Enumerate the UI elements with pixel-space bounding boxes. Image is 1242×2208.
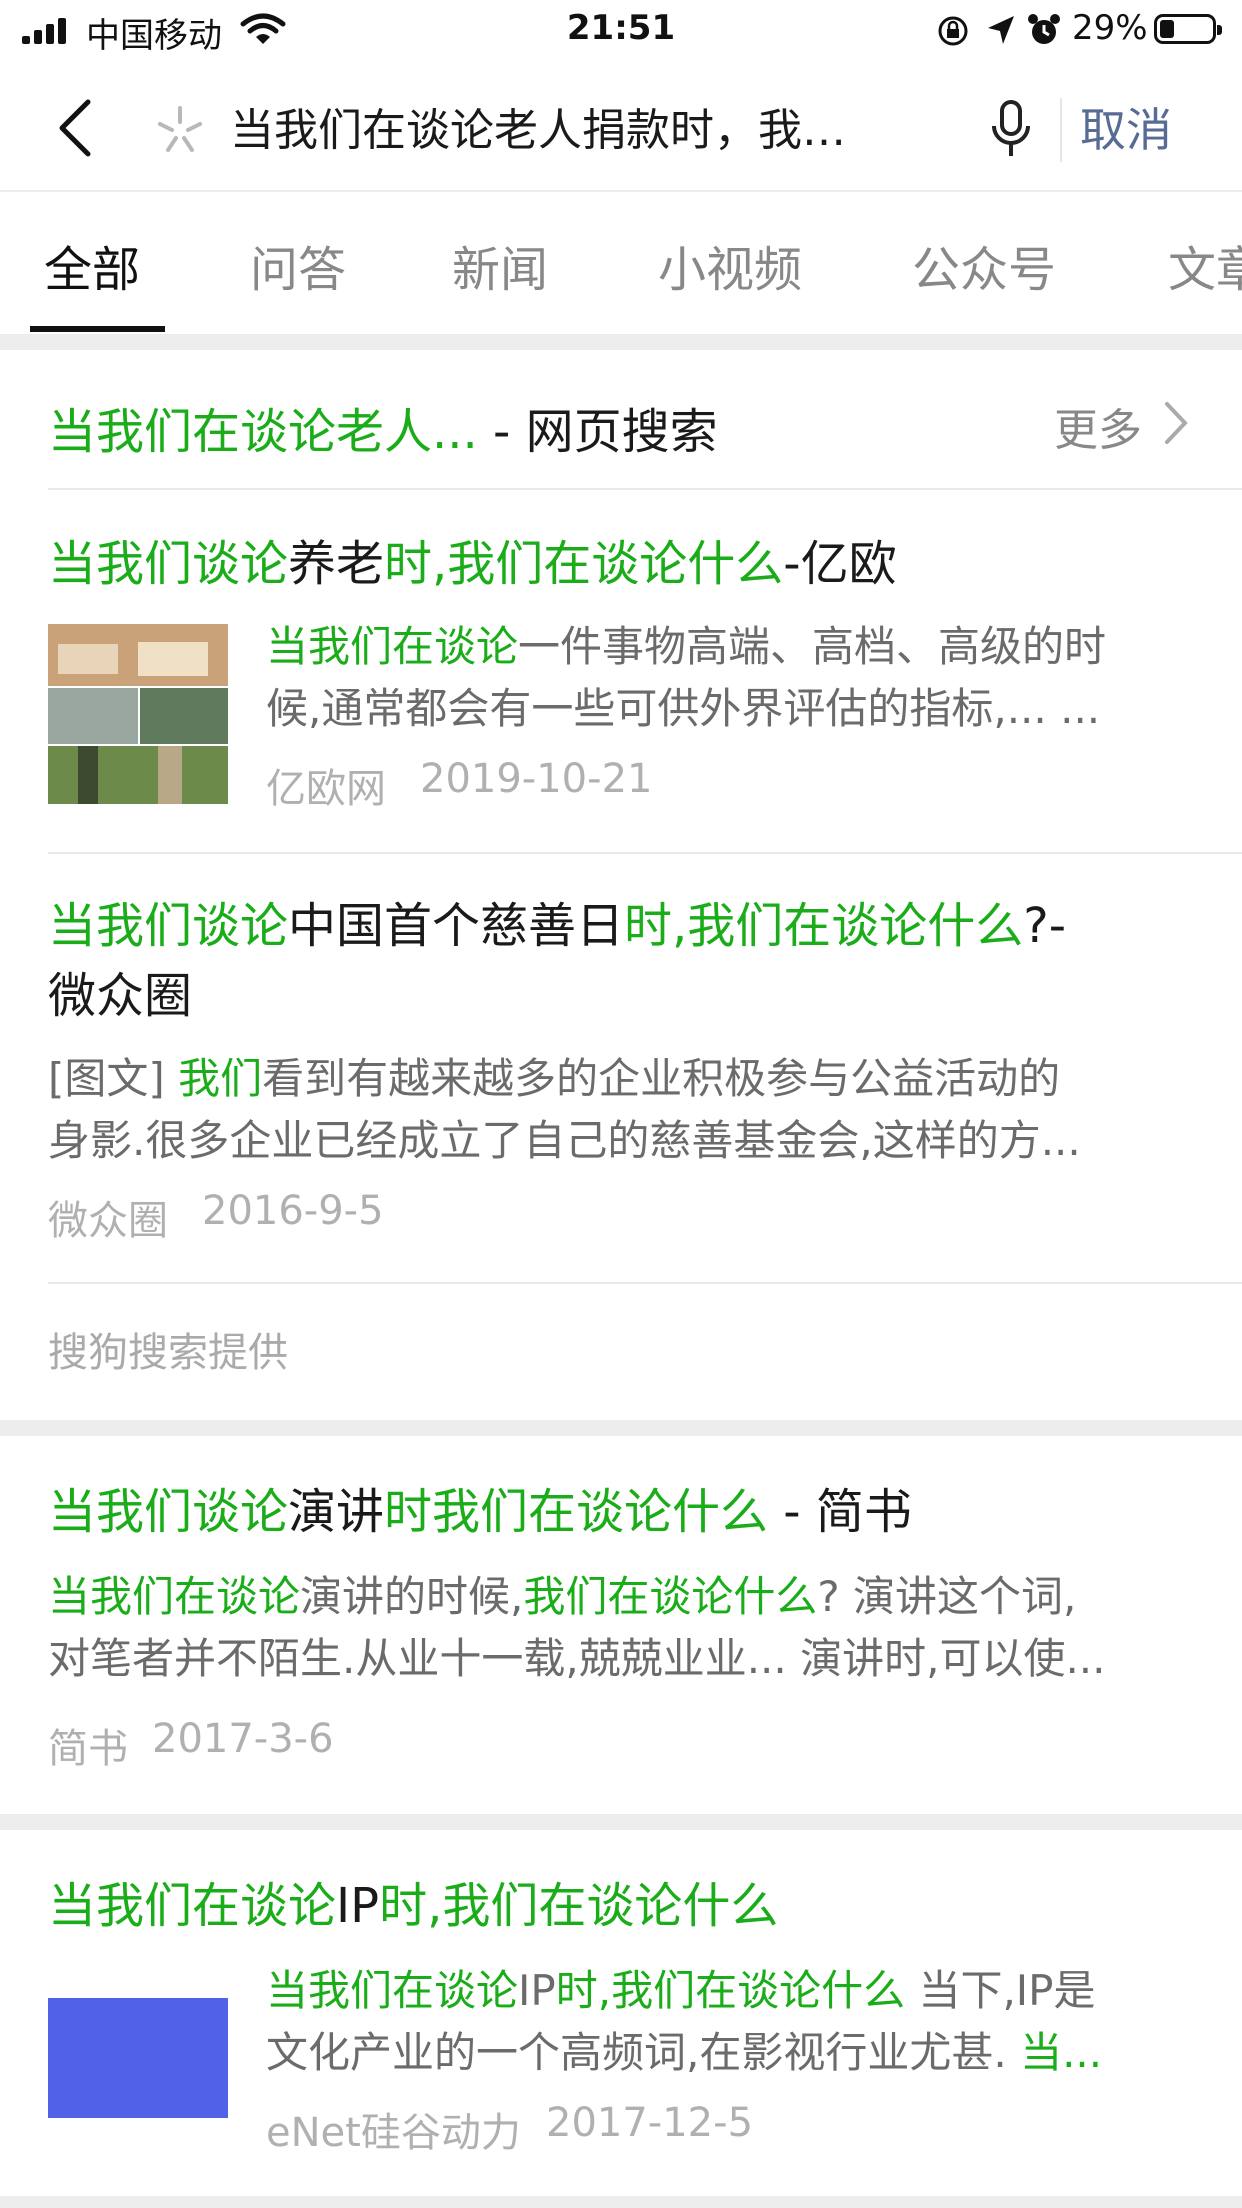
- category-tabs: 全部 问答 新闻 小视频 公众号 文章: [0, 192, 1242, 334]
- snippet-highlight: 当我们在谈论: [48, 1572, 301, 1621]
- more-link[interactable]: 更多: [1054, 394, 1142, 458]
- result-snippet: 当我们在谈论演讲的时候,我们在谈论什么? 演讲这个词,: [48, 1566, 1076, 1628]
- title-highlight: 时,我们在谈论什么: [379, 1878, 779, 1934]
- snippet-text: 文化产业的一个高频词,在影视行业尤甚.: [266, 2028, 1021, 2077]
- result-date: 2016-9-5: [202, 1188, 384, 1234]
- result-date: 2019-10-21: [420, 756, 653, 802]
- search-divider-line: [1060, 98, 1062, 162]
- result-snippet: 当我们在谈论一件事物高端、高档、高级的时: [266, 616, 1106, 678]
- status-bar: 中国移动 21:51 29%: [0, 0, 1242, 64]
- title-highlight: 时,我们在谈论什么: [624, 898, 1024, 954]
- snippet-highlight: 我们: [178, 1054, 263, 1103]
- title-highlight: 当我们在谈论: [48, 1878, 337, 1934]
- divider: [48, 852, 1242, 854]
- search-bar: 当我们在谈论老人捐款时，我… 取消: [0, 64, 1242, 192]
- web-search-section-title[interactable]: 当我们在谈论老人... - 网页搜索: [48, 392, 718, 462]
- result-title[interactable]: 当我们谈论养老时,我们在谈论什么-亿欧: [48, 530, 897, 598]
- result-snippet-line2: 身影.很多企业已经成立了自己的慈善基金会,这样的方...: [48, 1116, 1081, 1165]
- result-thumbnail[interactable]: [48, 1998, 228, 2118]
- result-title[interactable]: 当我们谈论中国首个慈善日时,我们在谈论什么?-: [48, 892, 1066, 960]
- snippet-highlight: 时,我们在谈论什么: [555, 1966, 906, 2015]
- snippet-text: 看到有越来越多的企业积极参与公益活动的: [262, 1054, 1061, 1103]
- result-title-line2[interactable]: 微众圈: [48, 962, 192, 1030]
- snippet-text: IP: [518, 1966, 556, 2015]
- snippet-highlight: 当我们在谈论: [266, 1966, 519, 2015]
- title-text: 中国首个慈善日: [288, 898, 625, 954]
- result-thumbnail[interactable]: [48, 624, 228, 804]
- location-arrow-icon: [986, 14, 1016, 55]
- tab-articles[interactable]: 文章: [1168, 230, 1242, 300]
- result-title[interactable]: 当我们在谈论IP时,我们在谈论什么: [48, 1872, 778, 1940]
- title-highlight: 时,我们在谈论什么: [384, 536, 784, 592]
- result-snippet: 当我们在谈论IP时,我们在谈论什么 当下,IP是: [266, 1960, 1096, 2022]
- battery-icon: [1154, 14, 1222, 44]
- result-source: 简书: [48, 1726, 128, 1772]
- divider: [48, 488, 1242, 490]
- tab-qa[interactable]: 问答: [250, 230, 346, 300]
- sparkle-icon: [152, 102, 208, 162]
- title-text: -亿欧: [783, 536, 897, 592]
- result-date: 2017-12-5: [546, 2100, 754, 2146]
- result-snippet-line2: 文化产业的一个高频词,在影视行业尤甚. 当...: [266, 2022, 1102, 2084]
- section-gap: [0, 2196, 1242, 2208]
- alarm-clock-icon: [1026, 12, 1062, 57]
- tab-official-accounts[interactable]: 公众号: [912, 230, 1056, 300]
- tab-all[interactable]: 全部: [44, 230, 140, 300]
- tab-news[interactable]: 新闻: [452, 230, 548, 300]
- result-source: eNet硅谷动力: [266, 2110, 521, 2156]
- search-input[interactable]: 当我们在谈论老人捐款时，我…: [230, 94, 846, 158]
- result-source: 微众圈: [48, 1198, 168, 1244]
- provider-credit: 搜狗搜索提供: [48, 1330, 288, 1376]
- snippet-text: 当下,IP是: [905, 1966, 1096, 2015]
- result-title[interactable]: 当我们谈论演讲时我们在谈论什么 - 简书: [48, 1478, 912, 1546]
- battery-percent: 29%: [1072, 8, 1148, 48]
- title-text: 演讲: [288, 1484, 385, 1540]
- chevron-left-icon[interactable]: [56, 98, 96, 162]
- chevron-right-icon[interactable]: [1162, 400, 1190, 450]
- result-date: 2017-3-6: [152, 1716, 334, 1762]
- web-search-query-highlight: 当我们在谈论老人...: [48, 404, 478, 460]
- title-highlight: 时我们在谈论什么: [384, 1484, 769, 1540]
- snippet-text: 演讲的时候,: [300, 1572, 524, 1621]
- title-highlight: 当我们谈论: [48, 536, 289, 592]
- section-gap: [0, 1420, 1242, 1436]
- result-snippet-line2: 对笔者并不陌生.从业十一载,兢兢业业... 演讲时,可以使...: [48, 1634, 1106, 1683]
- title-highlight: 当我们谈论: [48, 898, 289, 954]
- title-text: - 简书: [768, 1484, 912, 1540]
- result-snippet: [图文] 我们看到有越来越多的企业积极参与公益活动的: [48, 1048, 1060, 1110]
- title-text: 养老: [288, 536, 385, 592]
- snippet-prefix: [图文]: [48, 1054, 179, 1103]
- microphone-icon[interactable]: [990, 98, 1032, 164]
- cancel-button[interactable]: 取消: [1080, 94, 1172, 160]
- section-gap: [0, 334, 1242, 350]
- divider: [48, 1282, 1242, 1284]
- result-snippet-line2: 候,通常都会有一些可供外界评估的指标,... ...: [266, 684, 1101, 733]
- title-highlight: 当我们谈论: [48, 1484, 289, 1540]
- title-text: IP: [336, 1878, 380, 1934]
- rotation-lock-icon: [936, 14, 970, 57]
- web-search-label: - 网页搜索: [477, 404, 718, 460]
- result-source: 亿欧网: [266, 766, 386, 812]
- section-gap: [0, 1814, 1242, 1830]
- snippet-highlight: 当...: [1020, 2028, 1103, 2077]
- title-text: ?-: [1023, 898, 1067, 954]
- active-tab-indicator: [30, 326, 165, 332]
- snippet-text: 一件事物高端、高档、高级的时: [518, 622, 1107, 671]
- snippet-text: ? 演讲这个词,: [817, 1572, 1077, 1621]
- tab-short-video[interactable]: 小视频: [658, 230, 802, 300]
- snippet-highlight: 当我们在谈论: [266, 622, 519, 671]
- snippet-highlight: 我们在谈论什么: [523, 1572, 818, 1621]
